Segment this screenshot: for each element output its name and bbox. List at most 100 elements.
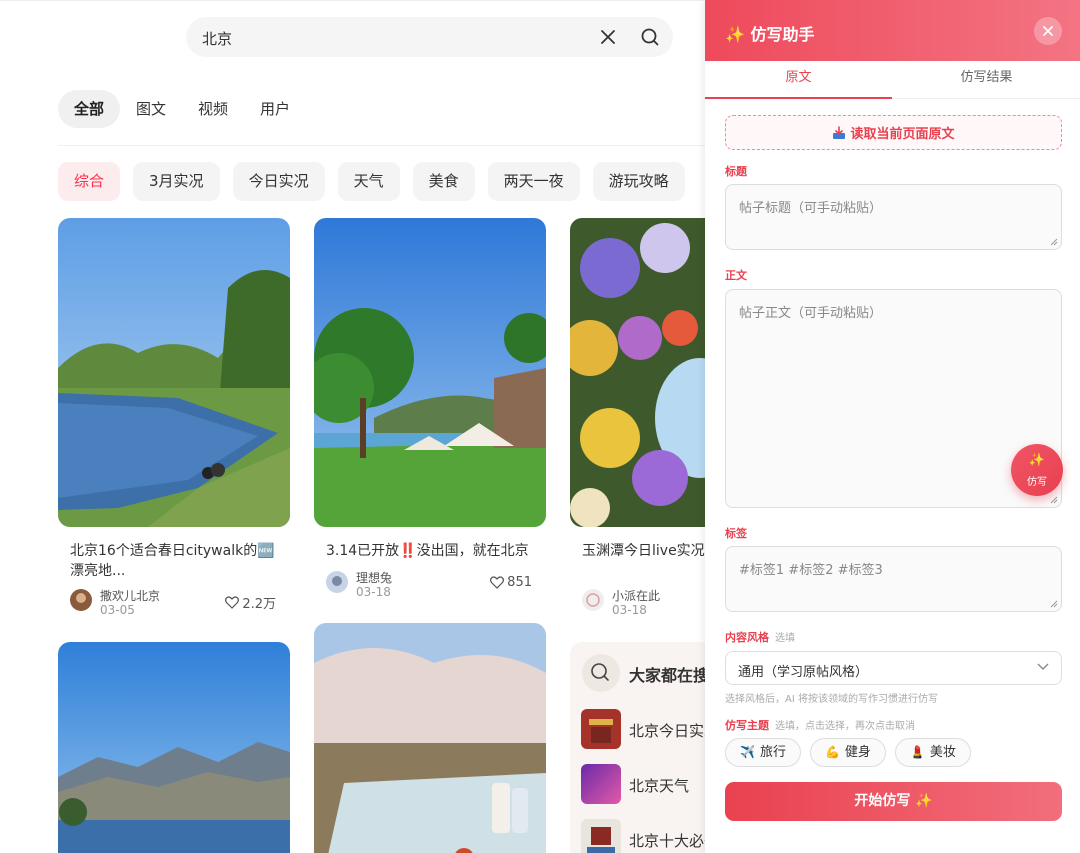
tab-image-text[interactable]: 图文 — [120, 90, 182, 128]
style-optional: 选填 — [775, 633, 795, 644]
tabs-divider — [58, 145, 705, 146]
sparkle-icon: ✨ — [1028, 453, 1046, 468]
rewrite-assistant-panel: ✨ 仿写助手 原文 仿写结果 读取当前页面原文 标题 帖子标题（可手动粘贴） 正… — [705, 0, 1080, 853]
resize-grip-icon[interactable] — [1050, 600, 1058, 608]
trending-searches: 大家都在搜 北京今日实况 北京天气 北京十大必去 — [570, 642, 705, 853]
chip-comprehensive[interactable]: 综合 — [58, 162, 121, 201]
import-icon — [833, 125, 846, 139]
like-count[interactable]: 2.2万 — [225, 593, 276, 612]
note-card[interactable]: 北京16个适合春日citywalk的🆕漂亮地... 撒欢儿北京 03-05 2.… — [58, 218, 290, 621]
avatar[interactable] — [70, 589, 92, 611]
note-card[interactable]: 3.14已开放‼️没出国，就在北京 理想兔 03-18 851 — [314, 218, 546, 603]
topic-optional: 选填，点击选择，再次点击取消 — [775, 721, 915, 732]
panel-tabs: 原文 仿写结果 — [705, 61, 1080, 99]
note-meta: 撒欢儿北京 03-05 2.2万 — [70, 587, 278, 621]
trending-label: 北京今日实况 — [629, 722, 705, 740]
tags-field[interactable]: #标签1 #标签2 #标签3 — [725, 546, 1062, 612]
note-title[interactable]: 玉渊潭今日live实况🌸像化了... — [582, 541, 705, 581]
tags-placeholder: #标签1 #标签2 #标签3 — [739, 563, 883, 578]
like-count[interactable]: 851 — [490, 575, 532, 590]
avatar[interactable] — [326, 571, 348, 593]
like-count-value: 851 — [507, 575, 532, 590]
note-cover-image[interactable] — [314, 218, 546, 527]
like-count-value: 2.2万 — [242, 597, 276, 612]
search-icon[interactable] — [640, 27, 660, 47]
tab-rewrite-result[interactable]: 仿写结果 — [893, 61, 1080, 99]
note-card[interactable]: 玉渊潭今日live实况🌸像化了... 小派在此 03-18 — [570, 218, 705, 621]
topic-label: 仿写主题 选填，点击选择，再次点击取消 — [725, 717, 915, 733]
lipstick-icon: 💄 — [909, 745, 925, 759]
chip-guide[interactable]: 游玩攻略 — [592, 162, 685, 201]
author-name[interactable]: 理想兔 — [356, 569, 392, 586]
topic-label: 美妆 — [929, 745, 956, 760]
note-card[interactable] — [314, 623, 546, 853]
note-cover-image[interactable] — [314, 623, 546, 853]
tab-all[interactable]: 全部 — [58, 90, 121, 128]
topic-options: ✈️ 旅行 💪 健身 💄 美妆 — [725, 738, 980, 767]
title-field[interactable]: 帖子标题（可手动粘贴） — [725, 184, 1062, 250]
clear-icon[interactable] — [598, 27, 618, 47]
heart-icon — [225, 596, 240, 609]
result-type-tabs: 全部 图文 视频 用户 — [58, 90, 306, 130]
chip-march-live[interactable]: 3月实况 — [133, 162, 220, 201]
topic-travel[interactable]: ✈️ 旅行 — [725, 738, 801, 767]
trending-thumbnail — [581, 709, 621, 749]
chip-weather[interactable]: 天气 — [337, 162, 400, 201]
resize-grip-icon[interactable] — [1050, 238, 1058, 246]
chip-today-live[interactable]: 今日实况 — [232, 162, 325, 201]
note-date: 03-18 — [356, 585, 391, 599]
topic-label: 健身 — [844, 745, 871, 760]
style-label: 内容风格 选填 — [725, 629, 795, 645]
read-page-label: 读取当前页面原文 — [850, 127, 955, 142]
author-name[interactable]: 撒欢儿北京 — [100, 587, 160, 604]
topic-fitness[interactable]: 💪 健身 — [809, 738, 886, 767]
tab-original[interactable]: 原文 — [705, 61, 892, 99]
title-placeholder: 帖子标题（可手动粘贴） — [739, 201, 883, 216]
note-cover-image[interactable] — [58, 218, 290, 527]
trending-title: 大家都在搜 — [629, 666, 705, 685]
search-bar[interactable]: 北京 — [186, 17, 673, 57]
tab-video[interactable]: 视频 — [182, 90, 244, 128]
trending-thumbnail — [581, 819, 621, 853]
chevron-down-icon — [1037, 663, 1049, 670]
fab-label: 仿写 — [1027, 477, 1047, 488]
rewrite-fab-button[interactable]: ✨ 仿写 — [1011, 444, 1063, 496]
note-cover-image[interactable] — [570, 218, 705, 527]
note-date: 03-18 — [612, 603, 647, 617]
heart-icon — [490, 576, 505, 589]
style-select-value: 通用（学习原帖风格） — [738, 665, 869, 680]
trending-label: 北京十大必去 — [629, 832, 705, 850]
panel-header: ✨ 仿写助手 — [705, 0, 1080, 61]
note-cover-image[interactable] — [58, 642, 290, 853]
airplane-icon: ✈️ — [740, 745, 755, 759]
note-meta: 理想兔 03-18 851 — [326, 569, 534, 603]
topic-label: 旅行 — [759, 745, 786, 760]
style-select[interactable]: 通用（学习原帖风格） — [725, 651, 1062, 685]
resize-grip-icon[interactable] — [1050, 496, 1058, 504]
read-page-button[interactable]: 读取当前页面原文 — [725, 115, 1062, 150]
avatar[interactable] — [582, 589, 604, 611]
topic-beauty[interactable]: 💄 美妆 — [894, 738, 971, 767]
title-label: 标题 — [725, 165, 747, 178]
note-card[interactable] — [58, 642, 290, 853]
author-name[interactable]: 小派在此 — [612, 587, 660, 604]
search-input[interactable]: 北京 — [202, 28, 232, 49]
search-results-feed: 北京 全部 图文 视频 用户 综合 3月实况 今日实况 天气 美食 两天一夜 游… — [0, 0, 705, 853]
filter-chips: 综合 3月实况 今日实况 天气 美食 两天一夜 游玩攻略 — [58, 162, 698, 201]
style-hint: 选择风格后，AI 将按该领域的写作习惯进行仿写 — [725, 694, 938, 705]
muscle-icon: 💪 — [824, 745, 840, 759]
tab-users[interactable]: 用户 — [244, 90, 306, 128]
tags-label: 标签 — [725, 527, 747, 540]
search-icon — [582, 654, 620, 692]
chip-food[interactable]: 美食 — [412, 162, 475, 201]
style-label-text: 内容风格 — [725, 631, 769, 644]
close-button[interactable] — [1034, 17, 1062, 45]
start-rewrite-button[interactable]: 开始仿写 ✨ — [725, 782, 1062, 821]
trending-label: 北京天气 — [629, 777, 690, 795]
note-date: 03-05 — [100, 603, 135, 617]
body-label: 正文 — [725, 269, 747, 282]
topic-label-text: 仿写主题 — [725, 719, 769, 732]
note-title[interactable]: 北京16个适合春日citywalk的🆕漂亮地... — [70, 541, 278, 581]
chip-two-days[interactable]: 两天一夜 — [487, 162, 580, 201]
trending-thumbnail — [581, 764, 621, 804]
